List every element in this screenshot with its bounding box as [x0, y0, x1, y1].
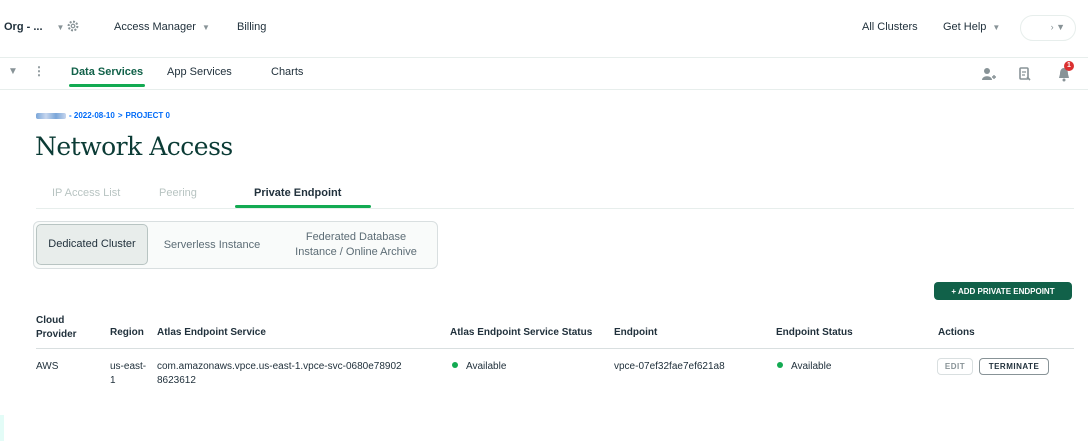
- breadcrumb-separator: >: [117, 111, 123, 120]
- get-help-menu[interactable]: Get Help ▼: [943, 21, 1000, 33]
- cell-atlas-endpoint-service: com.amazonaws.vpce.us-east-1.vpce-svc-06…: [157, 361, 402, 386]
- org-selector[interactable]: Org - ... ▼: [4, 21, 64, 33]
- network-access-tabs: IP Access List Peering Private Endpoint: [36, 179, 1074, 209]
- cell-endpoint: vpce-07ef32fae7ef621a8: [614, 361, 725, 372]
- segment-serverless-instance[interactable]: Serverless Instance: [152, 222, 272, 268]
- header-atlas-endpoint-service-status: Atlas Endpoint Service Status: [450, 327, 593, 338]
- segment-dedicated-cluster[interactable]: Dedicated Cluster: [36, 224, 148, 265]
- left-edge-accent: [0, 415, 4, 441]
- activity-feed-icon[interactable]: [1017, 66, 1033, 82]
- tab-ip-access-list[interactable]: IP Access List: [52, 187, 120, 199]
- add-private-endpoint-button[interactable]: + ADD PRIVATE ENDPOINT: [934, 282, 1072, 300]
- cluster-type-segmented-control: Dedicated Cluster Serverless Instance Fe…: [33, 221, 438, 269]
- header-region: Region: [110, 327, 144, 338]
- table-header-divider: [36, 348, 1074, 349]
- gear-icon[interactable]: [66, 19, 80, 33]
- more-vertical-icon[interactable]: ⋮: [33, 64, 45, 78]
- tab-peering[interactable]: Peering: [159, 187, 197, 199]
- cell-endpoint-status: Available: [777, 360, 831, 374]
- breadcrumb: - 2022-08-10 > PROJECT 0: [36, 111, 170, 120]
- notification-badge: 1: [1064, 61, 1074, 71]
- segment-federated-database[interactable]: Federated Database Instance / Online Arc…: [278, 222, 434, 268]
- tab-data-services[interactable]: Data Services: [68, 66, 146, 87]
- top-bar: Org - ... ▼ Access Manager ▼ Billing All C…: [0, 0, 1088, 58]
- breadcrumb-project[interactable]: PROJECT 0: [125, 111, 169, 120]
- tab-app-services[interactable]: App Services: [167, 66, 232, 78]
- header-actions: Actions: [938, 327, 975, 338]
- add-user-icon[interactable]: [980, 66, 996, 82]
- header-endpoint: Endpoint: [614, 327, 658, 338]
- header-cloud-provider: Cloud Provider: [36, 315, 77, 340]
- page-title: Network Access: [35, 132, 233, 161]
- get-help-label: Get Help: [943, 21, 987, 33]
- chevron-down-icon[interactable]: ▼: [8, 66, 18, 77]
- endpoint-status-text: Available: [791, 361, 832, 372]
- all-clusters-link[interactable]: All Clusters: [862, 21, 918, 33]
- chevron-down-icon: ▼: [201, 23, 210, 32]
- tab-charts[interactable]: Charts: [271, 66, 303, 78]
- breadcrumb-project-date[interactable]: - 2022-08-10: [69, 111, 115, 120]
- header-atlas-endpoint-service: Atlas Endpoint Service: [157, 327, 266, 338]
- user-menu[interactable]: › ▼: [1020, 15, 1076, 41]
- billing-link[interactable]: Billing: [237, 21, 266, 33]
- cell-region: us-east-1: [110, 361, 147, 386]
- service-status-text: Available: [466, 361, 507, 372]
- status-dot-icon: [777, 362, 783, 368]
- chevron-down-icon: › ▼: [1050, 22, 1065, 32]
- services-nav: ▼ ⋮ Data Services App Services Charts: [0, 58, 1088, 90]
- org-label: Org - ...: [4, 21, 43, 33]
- access-manager-label: Access Manager: [114, 21, 196, 33]
- active-tab-indicator: [235, 205, 371, 208]
- edit-button[interactable]: EDIT: [937, 358, 973, 375]
- cell-cloud-provider: AWS: [36, 361, 59, 372]
- org-name-redacted[interactable]: [36, 112, 66, 119]
- terminate-button[interactable]: TERMINATE: [979, 358, 1049, 375]
- status-dot-icon: [452, 362, 458, 368]
- header-endpoint-status: Endpoint Status: [776, 327, 853, 338]
- tab-private-endpoint[interactable]: Private Endpoint: [254, 187, 341, 199]
- chevron-down-icon: ▼: [992, 23, 1001, 32]
- access-manager-menu[interactable]: Access Manager ▼: [114, 21, 210, 33]
- chevron-down-icon: ▼: [56, 23, 65, 32]
- cell-service-status: Available: [452, 360, 506, 374]
